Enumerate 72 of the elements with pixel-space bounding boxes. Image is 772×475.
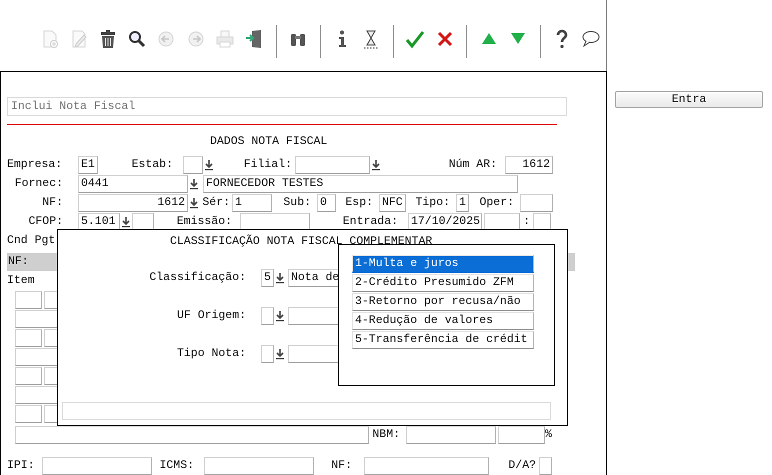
field-label: Filial: [242, 158, 293, 172]
input-field[interactable]: FORNECEDOR TESTES [203, 174, 518, 192]
speech-bubble-icon[interactable] [581, 29, 602, 49]
field-label: Sub: [282, 196, 312, 210]
search-icon[interactable] [127, 29, 148, 49]
input-field[interactable] [15, 290, 42, 308]
field-label: IPI: [7, 458, 36, 472]
input-field[interactable]: 5 [261, 268, 274, 286]
input-field[interactable] [15, 366, 42, 384]
field-label: Sér: [201, 196, 231, 210]
field-label: CFOP: [27, 214, 64, 228]
input-field[interactable] [15, 404, 42, 422]
input-field[interactable] [62, 402, 551, 420]
input-field[interactable] [498, 426, 545, 444]
input-field[interactable] [240, 212, 310, 230]
field-label: Tipo Nota: [176, 346, 247, 360]
dialog-title: CLASSIFICAÇÃO NOTA FISCAL COMPLEMENTAR [170, 235, 432, 249]
field-label: UF Origem: [176, 308, 247, 322]
unit-label: % [545, 428, 552, 441]
input-field[interactable] [295, 156, 370, 174]
input-field[interactable]: 0 [317, 194, 336, 212]
dropdown-option[interactable]: 1-Multa e juros [352, 255, 534, 273]
input-field[interactable] [406, 426, 496, 444]
field-label: NBM: [371, 428, 401, 442]
field-label: D/A? [507, 458, 537, 472]
field-label: Emissão: [176, 214, 233, 228]
input-field[interactable]: 1612 [78, 194, 188, 212]
field-label: Fornec: [14, 176, 64, 190]
input-field[interactable] [42, 456, 152, 474]
input-field[interactable] [539, 456, 552, 474]
form-header: Inclui Nota Fiscal [7, 97, 567, 116]
input-field[interactable]: E1 [78, 156, 98, 174]
field-label: Esp: [344, 196, 374, 210]
input-field[interactable]: 5.101 [78, 212, 120, 230]
field-label: NF: [41, 196, 64, 210]
input-field[interactable] [204, 456, 314, 474]
input-field[interactable]: 1612 [505, 156, 553, 174]
input-field[interactable] [484, 212, 520, 230]
dropdown-option[interactable]: 5-Transferência de crédit [352, 331, 534, 349]
input-field[interactable] [15, 426, 369, 444]
dropdown-option[interactable]: 4-Redução de valores [352, 312, 534, 330]
input-field[interactable]: NFC [379, 194, 406, 212]
input-field[interactable] [261, 306, 274, 324]
input-field[interactable]: 1 [232, 194, 272, 212]
input-field[interactable]: 1 [456, 194, 469, 212]
column-header: Item [7, 274, 35, 287]
input-field[interactable] [520, 194, 553, 212]
field-label: Estab: [130, 158, 174, 172]
field-label: Classificação: [148, 270, 247, 284]
checkmark-icon[interactable] [405, 29, 426, 49]
field-label: Oper: [478, 196, 515, 210]
input-field[interactable]: 17/10/2025 [408, 212, 482, 230]
field-label: Núm AR: [448, 158, 498, 172]
field-label: NF: [330, 458, 353, 472]
field-label: ICMS: [158, 458, 195, 472]
field-label: Tipo: [414, 196, 451, 210]
section-title: DADOS NOTA FISCAL [210, 135, 328, 149]
input-field[interactable] [261, 344, 274, 362]
input-field[interactable] [15, 328, 42, 346]
dropdown-option[interactable]: 2-Crédito Presumido ZFM [352, 274, 534, 292]
input-field[interactable] [533, 212, 551, 230]
input-field[interactable] [364, 456, 489, 474]
input-field[interactable] [183, 156, 203, 174]
field-label: Empresa: [7, 158, 64, 172]
input-field[interactable] [132, 212, 154, 230]
field-label: Cnd Pgt [7, 234, 56, 247]
dropdown-option[interactable]: 3-Retorno por recusa/não [352, 293, 534, 311]
input-field[interactable]: 0441 [78, 174, 188, 192]
entra-button[interactable]: Entra [615, 91, 763, 108]
exit-door-icon[interactable] [244, 29, 264, 49]
field-label: : [522, 214, 531, 228]
field-label: Entrada: [342, 214, 399, 228]
